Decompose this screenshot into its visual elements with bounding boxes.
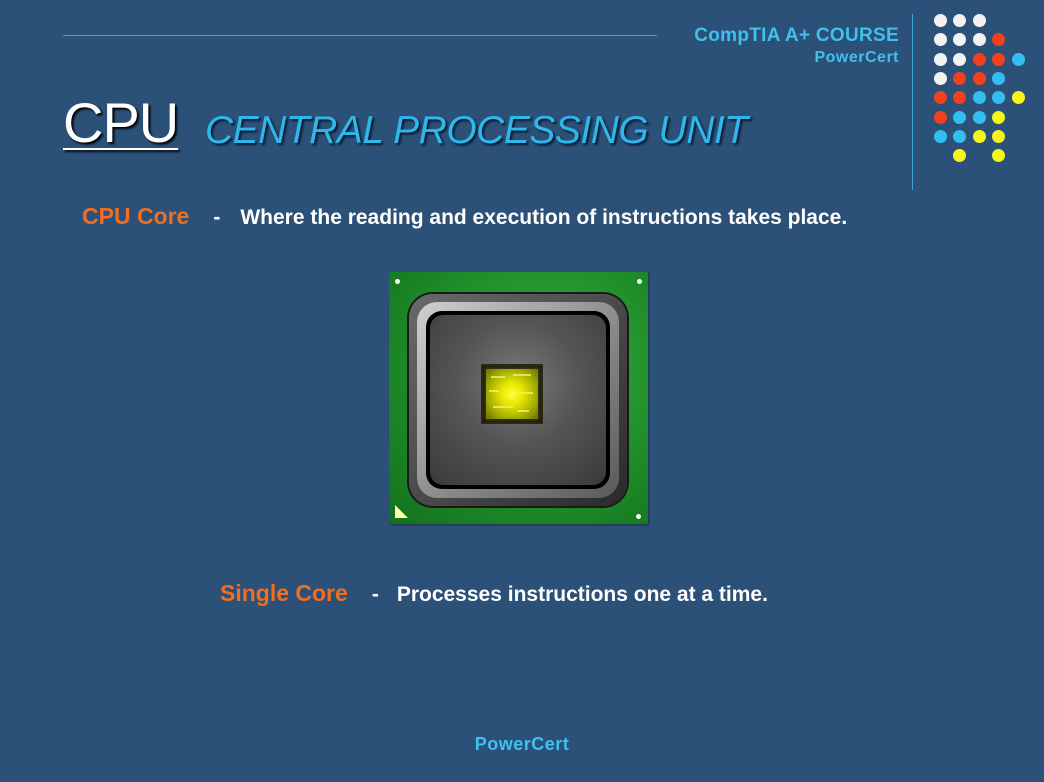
decorative-dot-grid xyxy=(934,14,1034,174)
decorative-dot xyxy=(972,52,986,66)
definition-cpu-core: CPU Core - Where the reading and execution… xyxy=(82,203,847,230)
decorative-dot xyxy=(972,33,986,47)
screw-icon xyxy=(395,279,400,284)
header-divider-vertical xyxy=(912,14,913,190)
pin-one-marker-icon xyxy=(395,505,408,518)
definition-separator: - xyxy=(213,206,221,229)
decorative-dot xyxy=(953,33,967,47)
decorative-dot xyxy=(992,91,1006,105)
cpu-chip-icon xyxy=(389,272,648,524)
decorative-dot xyxy=(953,71,967,85)
course-title: CompTIA A+ COURSE xyxy=(694,25,899,46)
decorative-dot xyxy=(992,33,1006,47)
cpu-die-icon xyxy=(481,364,543,424)
decorative-dot xyxy=(992,71,1006,85)
decorative-dot xyxy=(934,129,947,143)
decorative-dot xyxy=(953,129,967,143)
definition-description: Where the reading and execution of instr… xyxy=(240,206,848,229)
decorative-dot xyxy=(972,129,986,143)
definition-separator: - xyxy=(371,583,379,606)
decorative-dot xyxy=(992,110,1006,124)
footer-brand: PowerCert xyxy=(474,734,570,754)
definition-term: CPU Core xyxy=(82,203,190,229)
title-acronym: CPU xyxy=(63,91,179,154)
decorative-dot xyxy=(934,71,947,85)
decorative-dot xyxy=(934,14,947,27)
decorative-dot xyxy=(992,129,1006,143)
decorative-dot xyxy=(1011,91,1025,105)
decorative-dot xyxy=(972,110,986,124)
header-divider-horizontal xyxy=(63,35,657,36)
decorative-dot xyxy=(934,110,947,124)
header-brand: PowerCert xyxy=(814,49,899,66)
decorative-dot xyxy=(953,149,967,163)
heat-spreader xyxy=(409,294,627,506)
screw-icon xyxy=(637,279,642,284)
decorative-dot xyxy=(934,91,947,105)
decorative-dot xyxy=(972,91,986,105)
decorative-dot xyxy=(1011,52,1025,66)
decorative-dot xyxy=(934,52,947,66)
decorative-dot xyxy=(992,149,1006,163)
decorative-dot xyxy=(953,14,967,27)
decorative-dot xyxy=(953,91,967,105)
decorative-dot xyxy=(992,52,1006,66)
definition-description: Processes instructions one at a time. xyxy=(396,583,768,606)
definition-term: Single Core xyxy=(220,580,348,606)
decorative-dot xyxy=(972,14,986,27)
decorative-dot xyxy=(953,110,967,124)
decorative-dot xyxy=(934,33,947,47)
title-full-name: CENTRAL PROCESSING UNIT xyxy=(205,109,748,152)
screw-icon xyxy=(636,514,641,519)
definition-single-core: Single Core - Processes instructions one a… xyxy=(220,580,768,607)
decorative-dot xyxy=(972,71,986,85)
decorative-dot xyxy=(953,52,967,66)
